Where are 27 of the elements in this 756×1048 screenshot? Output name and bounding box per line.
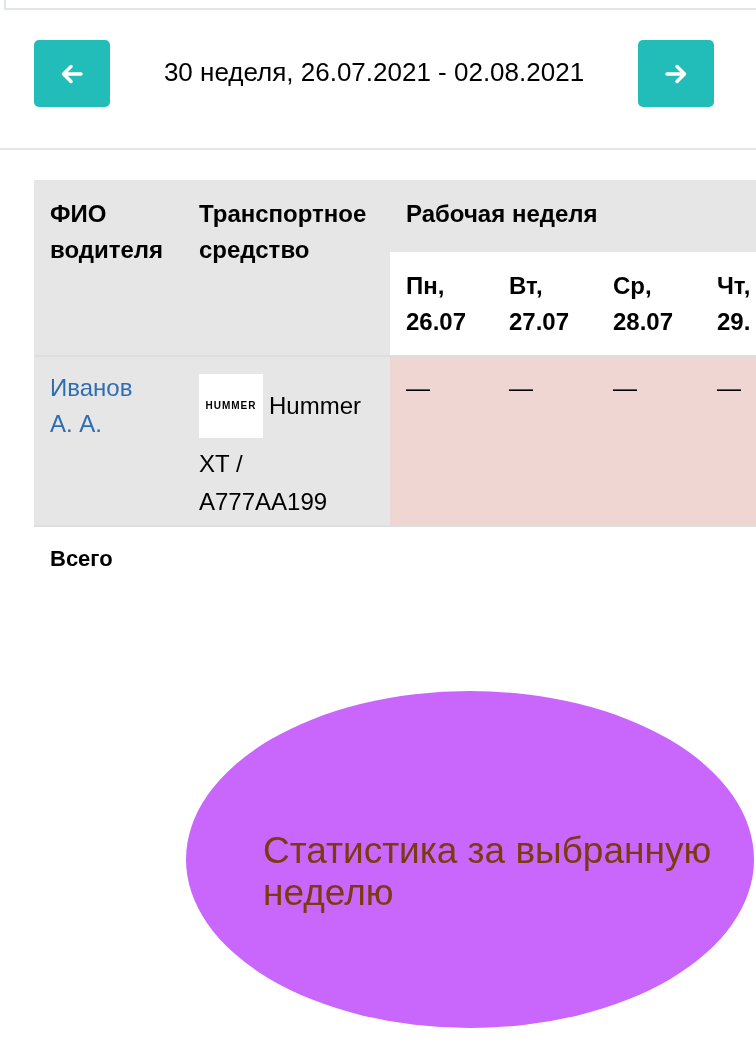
table-cell: — [390, 357, 494, 525]
arrow-left-icon [61, 63, 83, 84]
date-label: 28.07 [613, 307, 674, 337]
column-header: Рабочая неделя [406, 199, 598, 229]
date-label: 27.07 [509, 307, 570, 337]
vehicle-brand: Hummer [269, 391, 361, 421]
total-label: Всего [50, 545, 113, 573]
arrow-right-icon [665, 63, 687, 84]
logo-text: HUMMER [205, 401, 257, 411]
date-label: 29. [717, 307, 751, 337]
date-label: 26.07 [406, 307, 467, 337]
statistics-label: Статистика за выбранную неделю [263, 830, 713, 914]
next-week-button[interactable] [638, 40, 714, 107]
table-cell: — [598, 357, 702, 525]
vehicle-model: XT / [199, 449, 243, 479]
column-header: ФИО водителя [50, 199, 165, 265]
table-cell: — [702, 357, 756, 525]
previous-week-button[interactable] [34, 40, 110, 107]
vehicle-plate: A777AA199 [199, 487, 328, 517]
driver-name-link[interactable]: Иванов А. А. [50, 370, 150, 442]
column-header: Транспортное средство [199, 199, 368, 265]
weekday-label: Пн, [406, 271, 445, 301]
weekday-label: Вт, [509, 271, 543, 301]
week-title: 30 неделя, 26.07.2021 - 02.08.2021 [163, 57, 585, 87]
table-cell: — [494, 357, 598, 525]
weekday-label: Ср, [613, 271, 652, 301]
weekday-label: Чт, [717, 271, 751, 301]
